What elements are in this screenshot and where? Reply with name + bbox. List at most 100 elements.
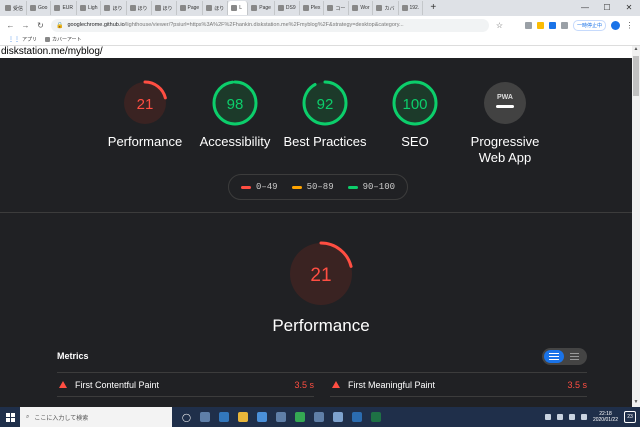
sync-paused-button[interactable]: 一時停止中 bbox=[572, 19, 606, 31]
browser-tab[interactable]: Page bbox=[248, 1, 275, 15]
legend-label: 0–49 bbox=[255, 182, 278, 192]
browser-tab[interactable]: コー bbox=[324, 1, 350, 15]
chrome-icon[interactable] bbox=[294, 412, 305, 422]
forward-icon[interactable]: → bbox=[21, 21, 30, 30]
browser-tab[interactable]: 192. bbox=[399, 1, 424, 15]
tab-label: EUR bbox=[62, 5, 74, 11]
taskbar-clock[interactable]: 22:18 2020/01/22 bbox=[593, 411, 618, 423]
section-divider bbox=[0, 212, 632, 213]
extension-icon[interactable] bbox=[548, 21, 556, 29]
gauge-performance[interactable]: 21 Performance bbox=[100, 78, 190, 150]
browser-tab[interactable]: ほり bbox=[127, 1, 152, 15]
mail-icon[interactable] bbox=[256, 412, 267, 422]
file-explorer-icon[interactable] bbox=[237, 412, 248, 422]
minimize-button[interactable]: — bbox=[574, 0, 596, 16]
browser-tab[interactable]: Wor bbox=[349, 1, 374, 15]
avatar[interactable] bbox=[611, 20, 620, 30]
ime-icon[interactable] bbox=[580, 414, 587, 420]
metric-name: First Meaningful Paint bbox=[348, 379, 436, 390]
tab-label: Page bbox=[187, 5, 200, 11]
performance-title: Performance bbox=[272, 316, 370, 335]
new-tab-button[interactable]: + bbox=[427, 2, 439, 14]
extension-icon[interactable] bbox=[560, 21, 568, 29]
reload-icon[interactable]: ↻ bbox=[36, 21, 45, 30]
clock-date: 2020/01/22 bbox=[592, 417, 618, 423]
browser-tab[interactable]: Plex bbox=[300, 1, 325, 15]
metrics-title: Metrics bbox=[57, 351, 89, 361]
notification-center-icon[interactable]: 23 bbox=[624, 411, 636, 423]
tab-favicon-icon bbox=[179, 5, 186, 11]
tab-favicon-icon bbox=[352, 5, 359, 11]
tab-favicon-icon bbox=[80, 5, 87, 11]
browser-tab[interactable]: カバ bbox=[373, 1, 399, 15]
tab-favicon-icon bbox=[231, 5, 238, 11]
url-path: /lighthouse/viewer/?psiurl=https%3A%2F%2… bbox=[124, 22, 404, 28]
gauge-best-practices[interactable]: 92 Best Practices bbox=[280, 78, 370, 150]
volume-icon[interactable] bbox=[568, 414, 575, 420]
metrics-header: Metrics bbox=[57, 346, 587, 366]
star-icon[interactable]: ☆ bbox=[495, 21, 504, 30]
system-tray: 22:18 2020/01/22 23 bbox=[544, 411, 640, 423]
edge-icon[interactable] bbox=[218, 412, 229, 422]
network-icon[interactable] bbox=[556, 414, 563, 420]
start-button[interactable] bbox=[0, 407, 20, 427]
browser-tab[interactable]: EUR bbox=[51, 1, 78, 15]
windows-logo-icon bbox=[5, 412, 15, 422]
performance-gauge-ring: 21 bbox=[288, 241, 354, 307]
menu-icon[interactable]: ⋮ bbox=[625, 21, 634, 30]
browser-tab[interactable]: Page bbox=[177, 1, 204, 15]
tab-label: Page bbox=[259, 5, 271, 11]
pwa-dash-icon bbox=[496, 105, 514, 108]
gauge-ring: 100 bbox=[392, 80, 438, 126]
browser-tab[interactable]: Goo bbox=[27, 1, 52, 15]
tab-label: コー bbox=[335, 5, 346, 12]
browser-tab[interactable]: L bbox=[228, 1, 249, 15]
excel-icon[interactable] bbox=[370, 412, 381, 422]
gauge-score: 98 bbox=[227, 96, 244, 113]
score-gauges: 21 Performance 98 Accessibility 92 Best Pract… bbox=[100, 78, 550, 228]
detail-view-icon[interactable] bbox=[567, 350, 581, 363]
tab-label: ほり bbox=[214, 5, 225, 12]
metrics-view-toggle[interactable] bbox=[542, 347, 587, 365]
gauge-seo[interactable]: 100 SEO bbox=[370, 78, 460, 150]
omnibox[interactable]: 🔒 googlechrome.github.io/lighthouse/view… bbox=[51, 18, 489, 32]
task-view-icon[interactable]: ◯ bbox=[182, 413, 191, 422]
extension-icon[interactable] bbox=[536, 21, 544, 29]
metrics-section: Metrics First Contentful Paint 3.5 s Fir… bbox=[57, 346, 587, 397]
browser-tab[interactable]: Ligh bbox=[77, 1, 102, 15]
app-icon[interactable] bbox=[351, 412, 362, 422]
metric-rows: First Contentful Paint 3.5 s First Meani… bbox=[57, 372, 587, 397]
scroll-up-icon[interactable]: ▲ bbox=[632, 46, 640, 54]
maximize-button[interactable]: ☐ bbox=[596, 0, 618, 16]
back-icon[interactable]: ← bbox=[6, 21, 15, 30]
app-icon[interactable] bbox=[313, 412, 324, 422]
gauge-progressive-web-app[interactable]: PWA Progressive Web App bbox=[460, 78, 550, 166]
store-icon[interactable] bbox=[275, 412, 286, 422]
gauge-ring: 21 bbox=[122, 80, 168, 126]
scroll-down-icon[interactable]: ▼ bbox=[632, 399, 640, 407]
list-view-icon[interactable] bbox=[544, 349, 564, 363]
task-view-button-icon[interactable] bbox=[199, 412, 210, 422]
performance-gauge-large[interactable]: 21 Performance bbox=[266, 240, 376, 336]
tab-label: Plex bbox=[310, 5, 321, 11]
gauge-label: Performance bbox=[107, 134, 183, 149]
browser-tab[interactable]: ほり bbox=[152, 1, 177, 15]
page-scrollbar[interactable]: ▲ ▼ bbox=[632, 46, 640, 407]
tray-icon[interactable] bbox=[544, 414, 551, 420]
browser-tab[interactable]: DS9 bbox=[275, 1, 300, 15]
app-icon[interactable] bbox=[332, 412, 343, 422]
scrollbar-thumb[interactable] bbox=[633, 56, 639, 96]
gauge-accessibility[interactable]: 98 Accessibility bbox=[190, 78, 280, 150]
extension-icon[interactable] bbox=[524, 21, 532, 29]
windows-taskbar: ⌕ ここに入力して検索 ◯ 22:18 2020/01/22 23 bbox=[0, 407, 640, 427]
taskbar-search-box[interactable]: ⌕ ここに入力して検索 bbox=[20, 407, 172, 427]
close-button[interactable]: ✕ bbox=[618, 0, 640, 16]
browser-tab[interactable]: ほり bbox=[203, 1, 229, 15]
bookmark-cover-art[interactable]: カバーアート bbox=[45, 36, 82, 43]
browser-tab[interactable]: 受信 bbox=[2, 1, 28, 15]
browser-tab[interactable]: ほり bbox=[101, 1, 127, 15]
metric-value: 3.5 s bbox=[567, 379, 587, 390]
bookmark-apps[interactable]: ⋮⋮ アプリ bbox=[8, 36, 37, 43]
tab-favicon-icon bbox=[251, 5, 258, 11]
tab-favicon-icon bbox=[104, 5, 111, 11]
